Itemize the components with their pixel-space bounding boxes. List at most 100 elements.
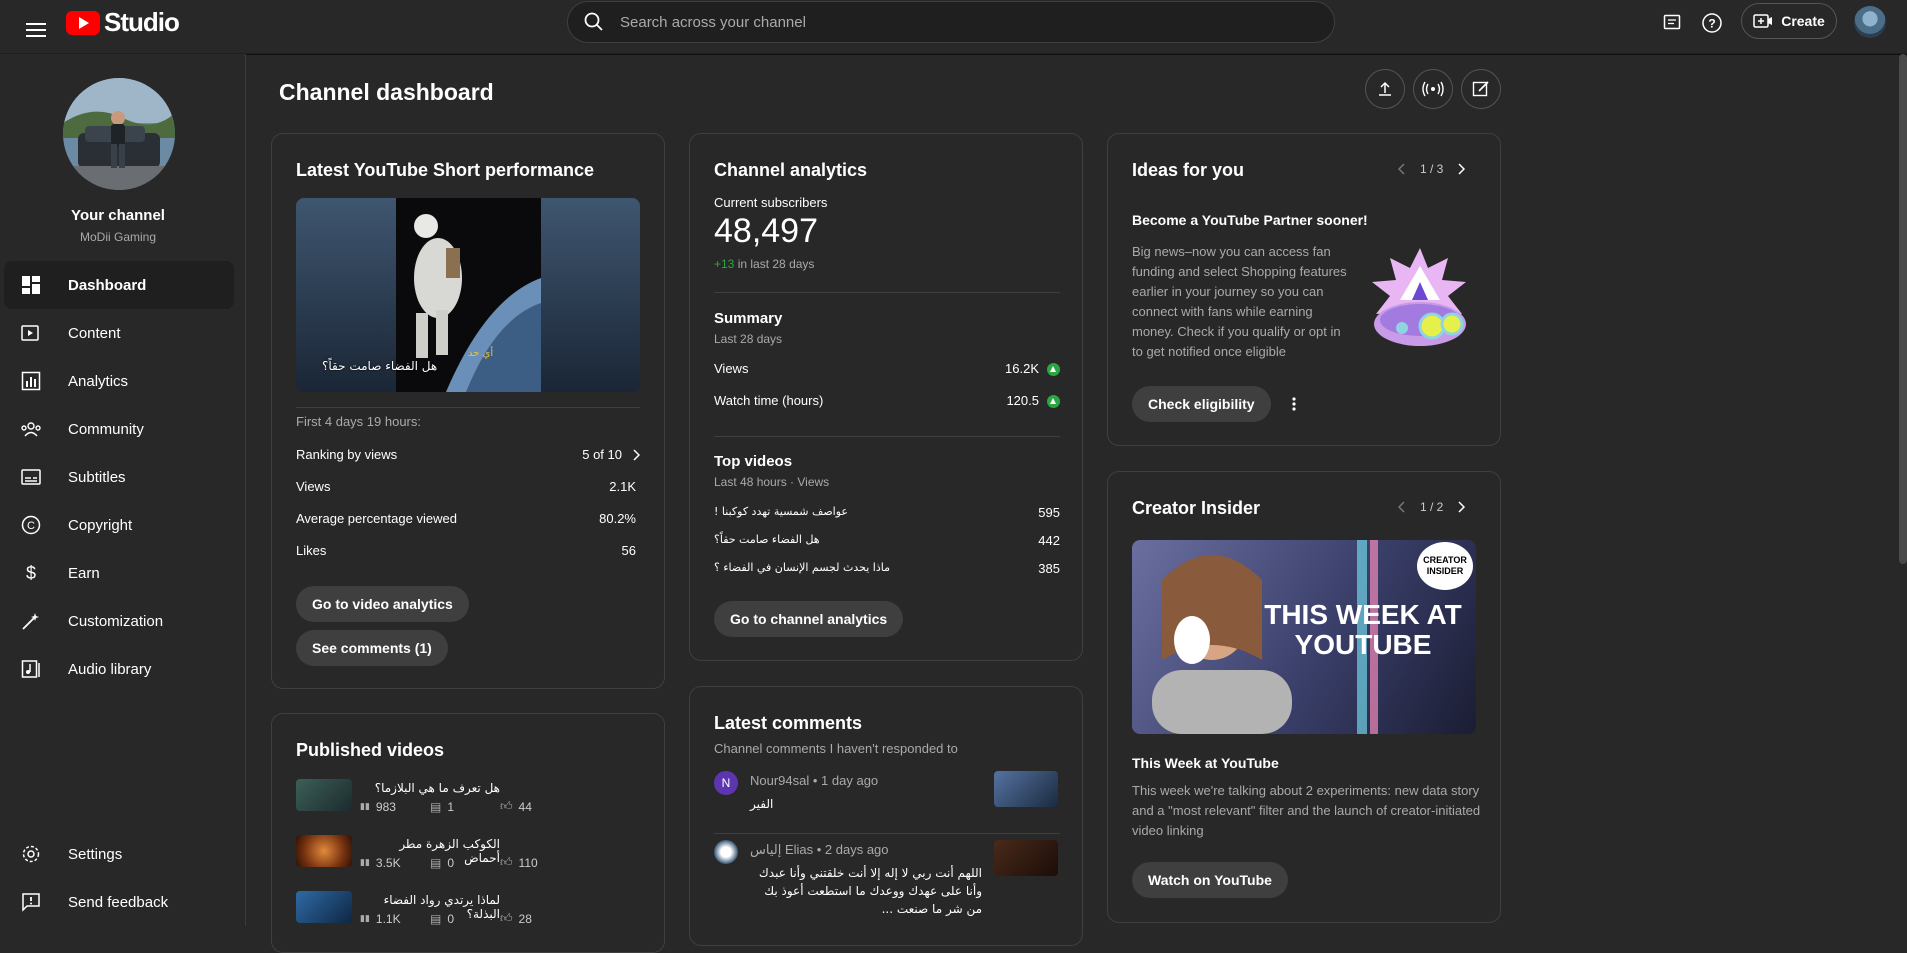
menu-icon[interactable] [16,10,56,50]
sidebar-item-label: Content [68,324,121,342]
top-video-row[interactable]: هل الفضاء صامت حقاً؟ 442 [714,533,1060,548]
see-comments-button[interactable]: See comments (1) [296,630,448,666]
chevron-left-icon[interactable] [1398,501,1406,513]
account-avatar[interactable] [1854,6,1886,38]
help-icon[interactable]: ? [1698,9,1726,37]
sidebar-item-community[interactable]: Community [4,405,234,453]
top-video-row[interactable]: ماذا يحدث لجسم الإنسان في الفضاء ؟ 385 [714,561,1060,576]
upload-button[interactable] [1365,69,1405,109]
chevron-right-icon[interactable] [1457,163,1466,175]
top-videos-period: Last 48 hours · Views [714,475,830,489]
subtitles-icon [20,466,42,488]
sidebar-item-label: Earn [68,564,100,582]
search-bar[interactable] [567,1,1335,43]
video-thumbnail [296,779,352,811]
messages-icon[interactable] [1658,9,1686,37]
video-stats: ▮▮ 1.1K ▤ 0 👍︎ 28 [360,911,532,926]
create-post-button[interactable] [1461,69,1501,109]
comment-item[interactable]: N Nour94sal • 1 day ago الفير [714,771,1058,821]
chevron-right-icon[interactable] [1457,501,1466,513]
sidebar-item-subtitles[interactable]: Subtitles [4,453,234,501]
comment-text: اللهم أنت ربي لا إله إلا أنت خلقتني وأنا… [758,866,982,916]
search-input[interactable] [620,13,1220,31]
create-label: Create [1781,13,1825,29]
published-video-row[interactable]: الكوكب الزهرة مطر أحماض ▮▮ 3.5K ▤ 0 👍︎ 110 [296,835,646,875]
watch-on-youtube-button[interactable]: Watch on YouTube [1132,862,1288,898]
comment-video-thumbnail[interactable] [994,840,1058,876]
insider-body: This week we're talking about 2 experime… [1132,783,1481,838]
commenter-avatar: N [714,771,738,795]
summary-value: 16.2K [1005,361,1039,376]
stat-label: Likes [296,543,327,558]
summary-label: Views [714,361,749,376]
published-video-row[interactable]: هل تعرف ما هي البلازما؟ ▮▮ 983 ▤ 1 👍︎ 44 [296,779,646,819]
go-to-video-analytics-button[interactable]: Go to video analytics [296,586,469,622]
card-title: Published videos [296,740,445,760]
stat-label: Average percentage viewed [296,511,457,526]
sidebar-item-label: Copyright [68,516,133,534]
pager-text: 1 / 3 [1420,162,1444,176]
comment-author: Nour94sal [750,773,810,788]
trend-up-icon [1047,395,1060,409]
page-title: Channel dashboard [279,79,494,105]
summary-watch-time-row: Watch time (hours) 120.5 [714,393,1060,409]
go-live-button[interactable] [1413,69,1453,109]
more-options-icon[interactable] [1282,392,1306,416]
top-video-row[interactable]: عواصف شمسية تهدد كوكبنا ! 595 [714,505,1060,520]
likes-count: 28 [518,911,532,926]
sidebar-item-label: Settings [68,845,123,863]
divider [714,292,1060,293]
card-title: Channel analytics [714,160,868,180]
published-video-row[interactable]: لماذا يرتدي رواد الفضاء البذلة؟ ▮▮ 1.1K ▤… [296,891,646,931]
svg-text:$: $ [26,563,36,583]
comment-item[interactable]: إلياس Elias • 2 days ago اللهم أنت ربي ل… [714,840,1058,916]
stat-value: 5 of 10 [582,447,622,462]
check-eligibility-button[interactable]: Check eligibility [1132,386,1271,422]
go-to-channel-analytics-button[interactable]: Go to channel analytics [714,601,904,637]
customization-icon [20,610,42,632]
sidebar-item-send-feedback[interactable]: Send feedback [4,878,234,926]
sidebar-item-label: Send feedback [68,893,169,911]
sidebar-nav: Dashboard Content Analytics Community Su… [0,261,246,693]
comment-meta: إلياس Elias • 2 days ago [750,842,889,857]
insider-video-thumbnail[interactable]: CREATOR INSIDER THIS WEEK AT YOUTUBE [1132,540,1476,734]
stat-value: 80.2% [599,511,636,526]
views-icon: ▮▮ [360,913,370,923]
comment-text: الفير [750,797,774,811]
ideas-card: Ideas for you 1 / 3 Become a YouTube Par… [1107,133,1501,446]
stat-label: Ranking by views [296,447,398,462]
chevron-left-icon[interactable] [1398,163,1406,175]
sidebar-item-content[interactable]: Content [4,309,234,357]
comment-video-thumbnail[interactable] [994,771,1058,807]
sidebar-item-analytics[interactable]: Analytics [4,357,234,405]
sidebar-item-copyright[interactable]: C Copyright [4,501,234,549]
sidebar-item-dashboard[interactable]: Dashboard [4,261,234,309]
studio-logo[interactable]: Studio [66,7,180,38]
scrollbar[interactable] [1899,54,1907,564]
channel-avatar[interactable] [63,78,175,190]
sidebar-item-label: Subtitles [68,468,126,486]
top-bar: Studio ? Create [0,0,1907,54]
likes-count: 44 [518,799,532,814]
live-icon [1422,81,1444,97]
short-thumbnail[interactable]: هل الفضاء صامت حقاً؟ أي حد [296,198,640,392]
stat-ranking-row[interactable]: Ranking by views 5 of 10 [296,447,640,462]
stat-avg-viewed-row: Average percentage viewed 80.2% [296,511,636,526]
sidebar-item-audio-library[interactable]: Audio library [4,645,234,693]
views-icon: ▮▮ [360,857,370,867]
sidebar-item-settings[interactable]: Settings [4,830,234,878]
card-title: Latest comments [714,713,863,733]
feedback-icon [20,891,42,913]
video-title: هل تعرف ما هي البلازما؟ [374,781,500,795]
likes-icon: 👍︎ [500,799,513,813]
latest-comments-card: Latest comments Channel comments I haven… [689,686,1083,946]
video-thumbnail [296,891,352,923]
likes-count: 110 [518,855,538,870]
subscribers-delta: +13 in last 28 days [714,257,814,271]
video-thumbnail [296,835,352,867]
comments-count: 0 [447,855,455,870]
sidebar-item-customization[interactable]: Customization [4,597,234,645]
create-button[interactable]: Create [1741,3,1837,39]
views-count: 983 [375,799,396,814]
sidebar-item-earn[interactable]: $ Earn [4,549,234,597]
